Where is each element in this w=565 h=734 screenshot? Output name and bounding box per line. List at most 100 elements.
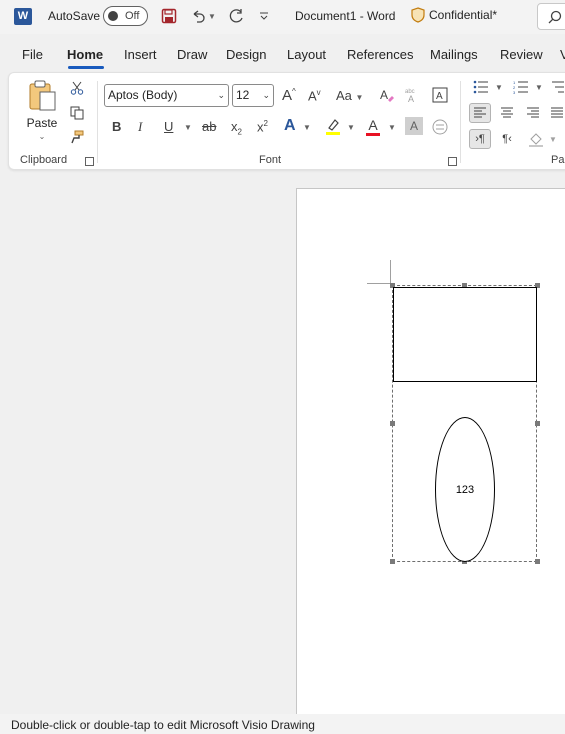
align-left-button[interactable] bbox=[469, 103, 491, 123]
ellipse-shape[interactable]: 123 bbox=[435, 417, 495, 562]
character-shading-button[interactable]: A bbox=[405, 117, 423, 135]
numbering-dropdown-icon[interactable]: ▼ bbox=[535, 83, 543, 92]
font-name-dropdown-icon[interactable]: ⌄ bbox=[217, 85, 225, 106]
rtl-direction-icon[interactable]: ¶‹ bbox=[497, 129, 517, 149]
shading-letter: A bbox=[409, 119, 418, 133]
font-color-button[interactable]: A bbox=[364, 117, 382, 137]
paste-dropdown-icon[interactable]: ⌄ bbox=[39, 132, 46, 141]
undo-icon[interactable] bbox=[188, 6, 208, 26]
clear-formatting-icon[interactable]: A bbox=[377, 85, 397, 105]
ltr-direction-icon: ›¶ bbox=[475, 133, 485, 145]
tab-review[interactable]: Review bbox=[500, 47, 543, 62]
highlight-icon[interactable] bbox=[324, 117, 342, 137]
toggle-knob bbox=[108, 11, 118, 21]
margin-marker bbox=[367, 283, 390, 284]
align-center-icon[interactable] bbox=[497, 103, 517, 123]
active-tab-indicator bbox=[68, 66, 104, 69]
format-painter-icon[interactable] bbox=[69, 129, 85, 145]
justify-icon[interactable] bbox=[549, 103, 565, 123]
search-box[interactable] bbox=[537, 3, 565, 30]
tab-draw[interactable]: Draw bbox=[177, 47, 207, 62]
bullets-dropdown-icon[interactable]: ▼ bbox=[495, 83, 503, 92]
cut-icon[interactable] bbox=[69, 80, 85, 96]
copy-icon[interactable] bbox=[69, 105, 85, 121]
autosave-toggle[interactable]: Off bbox=[103, 6, 148, 26]
tab-references[interactable]: References bbox=[347, 47, 413, 62]
font-group-label: Font bbox=[259, 154, 282, 166]
superscript-button[interactable]: x2 bbox=[257, 119, 268, 134]
title-bar: W AutoSave Off ▼ Document1 - Word Confid… bbox=[0, 0, 565, 34]
svg-text:A: A bbox=[408, 94, 414, 103]
text-effects-dropdown-icon[interactable]: ▼ bbox=[303, 123, 311, 132]
paste-button[interactable]: Paste ⌄ bbox=[25, 79, 59, 141]
bold-button[interactable]: B bbox=[112, 119, 121, 134]
tab-view[interactable]: V bbox=[560, 47, 565, 62]
underline-dropdown-icon[interactable]: ▼ bbox=[184, 123, 192, 132]
bullets-icon[interactable] bbox=[471, 79, 491, 95]
resize-handle[interactable] bbox=[535, 421, 540, 426]
paragraph-group-label: Pa bbox=[551, 154, 565, 166]
font-color-letter: A bbox=[368, 117, 378, 133]
character-border-icon[interactable]: A bbox=[430, 85, 450, 105]
sensitivity-label[interactable]: Confidential* bbox=[411, 7, 497, 23]
tab-insert[interactable]: Insert bbox=[124, 47, 157, 62]
numbering-icon[interactable]: 123 bbox=[511, 79, 531, 95]
resize-handle[interactable] bbox=[390, 421, 395, 426]
font-color-dropdown-icon[interactable]: ▼ bbox=[388, 123, 396, 132]
shrink-font-button[interactable]: Av bbox=[308, 88, 321, 103]
paste-icon bbox=[29, 80, 56, 110]
svg-text:3: 3 bbox=[513, 90, 516, 94]
paragraph-shading-icon[interactable] bbox=[527, 129, 545, 149]
font-name-value: Aptos (Body) bbox=[108, 88, 178, 102]
font-size-combo[interactable]: 12 ⌄ bbox=[232, 84, 274, 107]
rectangle-shape[interactable] bbox=[393, 287, 537, 382]
svg-text:A: A bbox=[436, 91, 443, 102]
grow-font-button[interactable]: A^ bbox=[282, 87, 296, 104]
status-text: Double-click or double-tap to edit Micro… bbox=[11, 718, 315, 732]
paragraph-shading-dropdown-icon[interactable]: ▼ bbox=[549, 135, 557, 144]
svg-text:A: A bbox=[380, 88, 388, 102]
paste-label: Paste bbox=[26, 115, 58, 130]
undo-dropdown-icon[interactable]: ▼ bbox=[206, 6, 218, 26]
margin-marker bbox=[390, 260, 391, 284]
group-separator bbox=[460, 81, 461, 163]
enclose-characters-icon[interactable] bbox=[430, 117, 450, 137]
ltr-direction-button[interactable]: ›¶ bbox=[469, 129, 491, 149]
italic-button[interactable]: I bbox=[138, 119, 142, 135]
sensitivity-text: Confidential* bbox=[429, 8, 498, 22]
tab-mailings[interactable]: Mailings bbox=[430, 47, 478, 62]
document-title: Document1 - Word bbox=[295, 9, 396, 23]
ribbon: Paste ⌄ Clipboard Aptos (Body) ⌄ 12 ⌄ A^… bbox=[8, 72, 565, 170]
resize-handle[interactable] bbox=[535, 559, 540, 564]
font-name-combo[interactable]: Aptos (Body) ⌄ bbox=[104, 84, 229, 107]
tab-file[interactable]: File bbox=[22, 47, 43, 62]
clipboard-launcher-icon[interactable] bbox=[85, 157, 94, 166]
subscript-button[interactable]: x2 bbox=[231, 119, 242, 137]
font-color-swatch bbox=[366, 133, 380, 136]
redo-icon[interactable] bbox=[227, 6, 247, 26]
save-icon[interactable] bbox=[159, 6, 179, 26]
search-icon bbox=[548, 10, 562, 24]
strikethrough-button[interactable]: ab bbox=[202, 119, 216, 134]
font-size-dropdown-icon[interactable]: ⌄ bbox=[262, 85, 270, 106]
resize-handle[interactable] bbox=[390, 559, 395, 564]
autosave-state: Off bbox=[125, 10, 140, 22]
align-right-icon[interactable] bbox=[523, 103, 543, 123]
tab-design[interactable]: Design bbox=[226, 47, 266, 62]
tab-home[interactable]: Home bbox=[67, 47, 103, 62]
highlight-dropdown-icon[interactable]: ▼ bbox=[347, 123, 355, 132]
clipboard-group-label: Clipboard bbox=[20, 154, 68, 166]
font-launcher-icon[interactable] bbox=[448, 157, 457, 166]
customize-toolbar-icon[interactable] bbox=[257, 6, 271, 26]
group-separator bbox=[97, 81, 98, 163]
tab-layout[interactable]: Layout bbox=[287, 47, 326, 62]
highlight-swatch bbox=[326, 132, 340, 135]
autosave-label: AutoSave bbox=[48, 9, 101, 23]
phonetic-guide-icon[interactable]: abc A bbox=[403, 85, 425, 105]
word-logo-icon: W bbox=[14, 8, 32, 25]
text-effects-button[interactable]: A bbox=[284, 117, 296, 135]
multilevel-list-icon[interactable] bbox=[551, 79, 565, 95]
change-case-button[interactable]: Aa ▼ bbox=[336, 88, 363, 103]
underline-button[interactable]: U bbox=[164, 119, 173, 134]
status-bar: Double-click or double-tap to edit Micro… bbox=[0, 714, 565, 734]
